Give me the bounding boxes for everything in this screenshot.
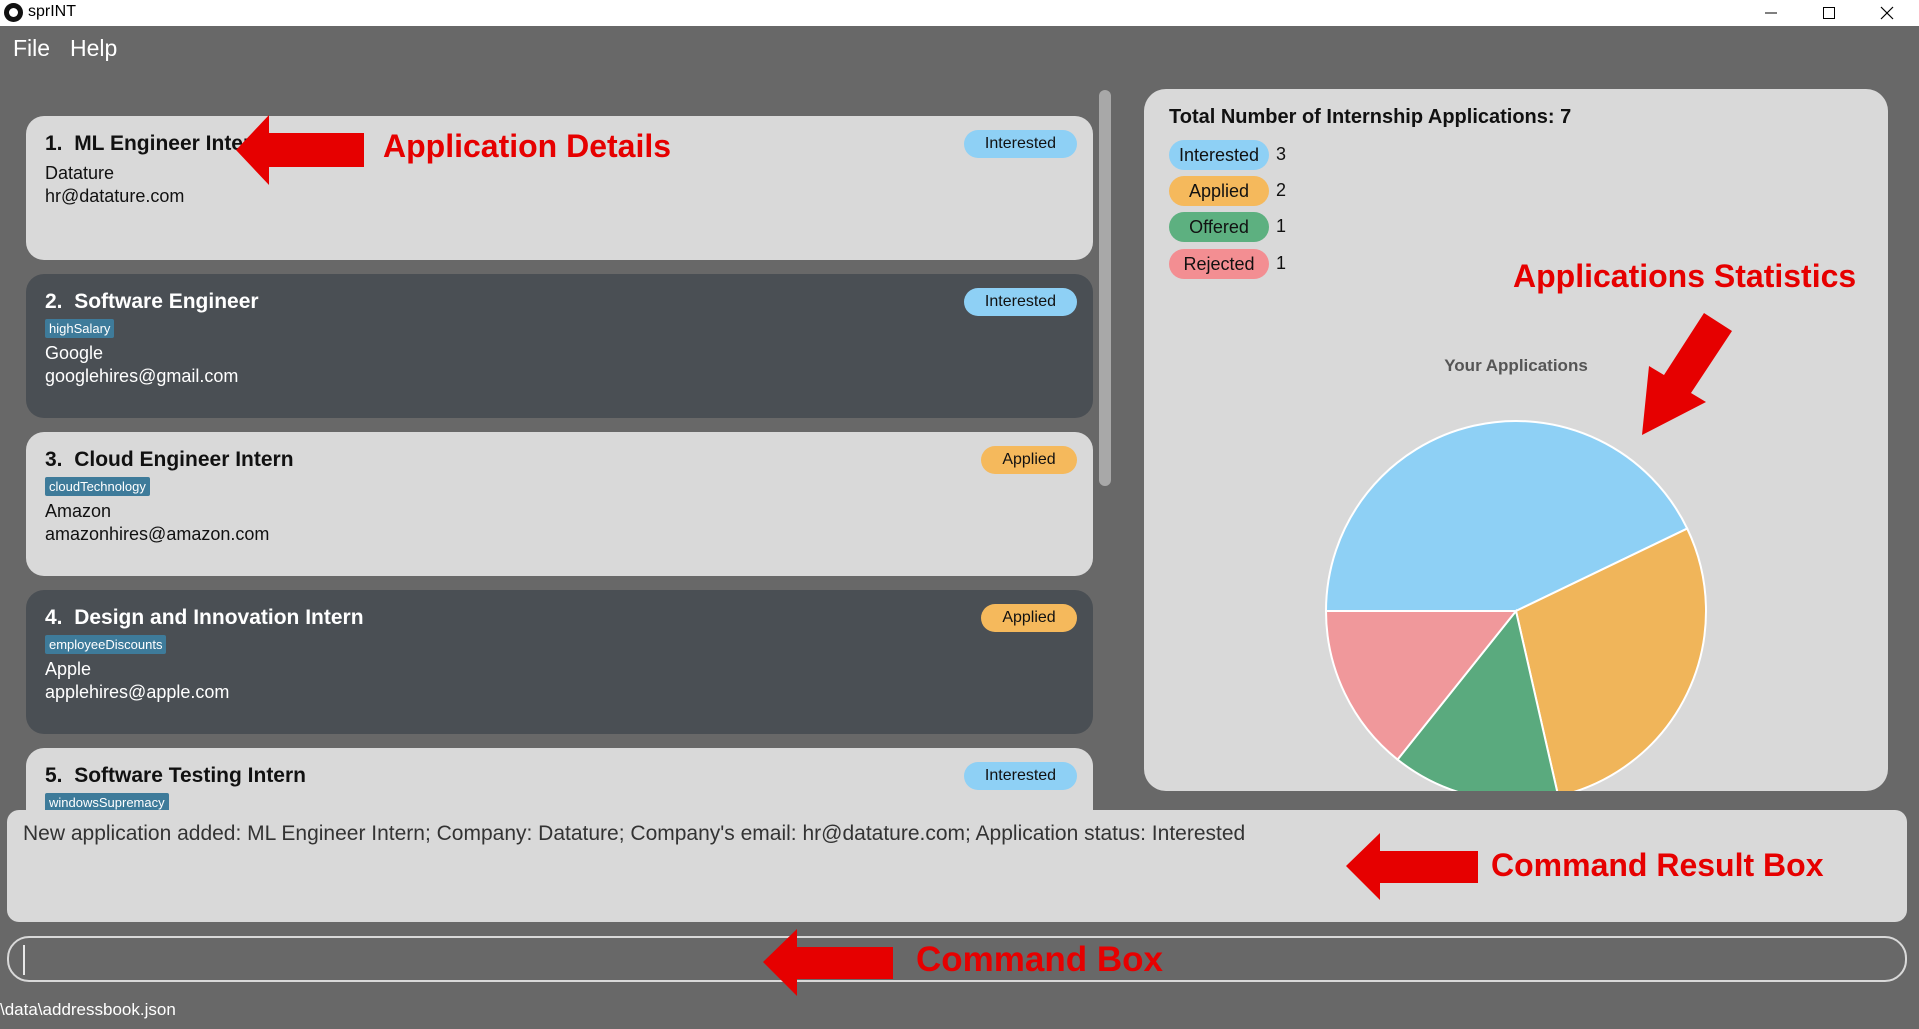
- maximize-button[interactable]: [1800, 0, 1858, 26]
- application-title: 1. ML Engineer Intern: [45, 132, 264, 156]
- menu-bar: File Help: [0, 26, 1919, 70]
- main-window: File Help 1. ML Engineer Intern Datature…: [0, 26, 1919, 1029]
- minimize-button[interactable]: [1742, 0, 1800, 26]
- application-title: 3. Cloud Engineer Intern: [45, 448, 294, 472]
- application-tag: highSalary: [45, 319, 115, 338]
- application-card[interactable]: 2. Software Engineer highSalary Google g…: [26, 274, 1093, 418]
- application-card[interactable]: 3. Cloud Engineer Intern cloudTechnology…: [26, 432, 1093, 576]
- company-name: Amazon: [45, 501, 112, 521]
- application-role: Design and Innovation Intern: [74, 606, 364, 629]
- application-index: 4.: [45, 606, 63, 629]
- company-email: googlehires@gmail.com: [45, 366, 239, 386]
- application-title: 4. Design and Innovation Intern: [45, 606, 364, 630]
- pie-chart: [1324, 420, 1707, 791]
- company-email: amazonhires@amazon.com: [45, 524, 270, 544]
- application-card[interactable]: 1. ML Engineer Intern Datature hr@datatu…: [26, 116, 1093, 260]
- application-card[interactable]: 4. Design and Innovation Intern employee…: [26, 590, 1093, 734]
- company-email: applehires@apple.com: [45, 682, 230, 702]
- company-name: Datature: [45, 163, 115, 183]
- close-button[interactable]: [1858, 0, 1916, 26]
- title-bar: sprINT: [0, 0, 1919, 26]
- application-role: Software Testing Intern: [74, 764, 306, 787]
- menu-help[interactable]: Help: [70, 35, 117, 62]
- application-index: 2.: [45, 290, 63, 313]
- application-tag: cloudTechnology: [45, 477, 150, 496]
- application-role: Software Engineer: [74, 290, 259, 313]
- application-card[interactable]: 5. Software Testing Intern windowsSuprem…: [26, 748, 1093, 815]
- company-email: hr@datature.com: [45, 186, 185, 206]
- status-bar-file-path: \data\addressbook.json: [0, 1000, 176, 1019]
- status-badge: Interested: [964, 762, 1077, 790]
- app-logo-icon: [4, 3, 23, 22]
- application-title: 2. Software Engineer: [45, 290, 259, 314]
- application-role: Cloud Engineer Intern: [74, 448, 294, 471]
- application-title: 5. Software Testing Intern: [45, 764, 306, 788]
- command-box[interactable]: [7, 936, 1907, 982]
- menu-file[interactable]: File: [13, 35, 50, 62]
- status-badge: Applied: [981, 604, 1077, 632]
- company-name: Google: [45, 343, 104, 363]
- status-badge: Applied: [981, 446, 1077, 474]
- company-name: Apple: [45, 659, 92, 679]
- close-icon: [1880, 6, 1894, 20]
- list-scrollbar[interactable]: [1099, 90, 1111, 486]
- status-badge: Interested: [964, 130, 1077, 158]
- application-tag: employeeDiscounts: [45, 635, 167, 654]
- application-role: ML Engineer Intern: [74, 132, 264, 155]
- command-result-box: New application added: ML Engineer Inter…: [7, 810, 1907, 922]
- application-index: 5.: [45, 764, 63, 787]
- statistics-panel: Total Number of Internship Applications:…: [1144, 89, 1888, 791]
- application-list[interactable]: 1. ML Engineer Intern Datature hr@datatu…: [0, 90, 1110, 815]
- window-title: sprINT: [28, 3, 76, 20]
- maximize-icon: [1823, 7, 1835, 19]
- application-index: 1.: [45, 132, 63, 155]
- status-badge: Interested: [964, 288, 1077, 316]
- text-caret: [23, 945, 25, 975]
- application-index: 3.: [45, 448, 63, 471]
- minimize-icon: [1765, 12, 1777, 14]
- command-result-text: New application added: ML Engineer Inter…: [23, 822, 1246, 845]
